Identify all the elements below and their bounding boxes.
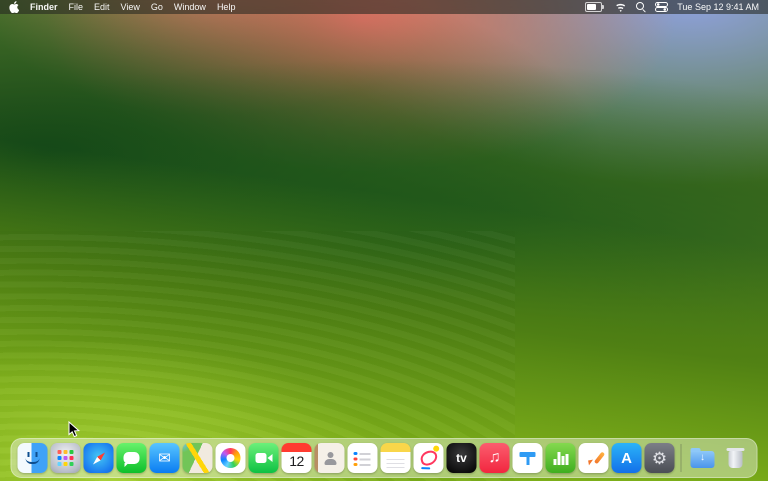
system-settings-icon: ⚙ [651,448,668,468]
safari-icon [90,450,107,467]
dock: ✉ 12 tv ♫ A ⚙ [10,438,758,478]
finder-icon [25,452,40,464]
dock-item-reminders[interactable] [347,442,379,474]
dock-item-messages[interactable] [116,442,148,474]
dock-divider [680,444,682,472]
downloads-icon [690,448,715,468]
launchpad-icon [57,450,74,466]
menu-item-window[interactable]: Window [174,2,206,12]
spotlight-icon[interactable] [636,2,646,12]
dock-item-contacts[interactable] [314,442,346,474]
numbers-icon [553,451,568,465]
dock-item-finder[interactable] [17,442,49,474]
contacts-icon [324,451,338,465]
notes-icon [386,457,405,469]
calendar-icon: 12 [289,453,304,469]
dock-item-mail[interactable]: ✉ [149,442,181,474]
facetime-icon [255,453,272,463]
pages-icon [586,451,601,466]
dock-item-app-store[interactable]: A [611,442,643,474]
dock-item-numbers[interactable] [545,442,577,474]
dock-item-tv[interactable]: tv [446,442,478,474]
dock-item-system-settings[interactable]: ⚙ [644,442,676,474]
mail-icon: ✉ [158,449,171,467]
dock-item-facetime[interactable] [248,442,280,474]
reminders-icon [353,451,372,466]
dock-item-music[interactable]: ♫ [479,442,511,474]
app-store-icon: A [621,449,632,467]
dock-item-safari[interactable] [83,442,115,474]
dock-item-trash[interactable] [720,442,752,474]
dock-item-photos[interactable] [215,442,247,474]
keynote-icon [519,451,536,465]
wifi-icon[interactable] [614,2,628,12]
dock-item-keynote[interactable] [512,442,544,474]
dock-item-notes[interactable] [380,442,412,474]
apple-icon [9,1,19,13]
dock-item-downloads[interactable] [687,442,719,474]
apple-menu-icon[interactable] [9,1,19,13]
battery-icon[interactable] [585,2,605,12]
menubar-menus: Finder File Edit View Go Window Help [30,2,235,12]
menu-item-edit[interactable]: Edit [94,2,110,12]
dock-item-calendar[interactable]: 12 [281,442,313,474]
photos-icon [220,448,241,468]
menu-item-view[interactable]: View [121,2,140,12]
menubar: Finder File Edit View Go Window Help Tue Sep 1… [0,0,768,14]
music-icon: ♫ [488,449,501,466]
dock-item-freeform[interactable] [413,442,445,474]
status-icons [585,2,669,12]
control-center-icon[interactable] [655,2,669,12]
dock-item-maps[interactable] [182,442,214,474]
freeform-icon [418,448,439,468]
menu-item-file[interactable]: File [69,2,84,12]
desktop: Finder File Edit View Go Window Help Tue Sep 1… [0,0,768,481]
menu-item-help[interactable]: Help [217,2,236,12]
menubar-clock[interactable]: Tue Sep 12 9:41 AM [677,2,759,12]
dock-item-pages[interactable] [578,442,610,474]
menu-item-go[interactable]: Go [151,2,163,12]
dock-item-launchpad[interactable] [50,442,82,474]
trash-icon [726,447,745,468]
tv-icon: tv [456,451,467,465]
menu-item-finder[interactable]: Finder [30,2,58,12]
messages-icon [123,452,140,467]
